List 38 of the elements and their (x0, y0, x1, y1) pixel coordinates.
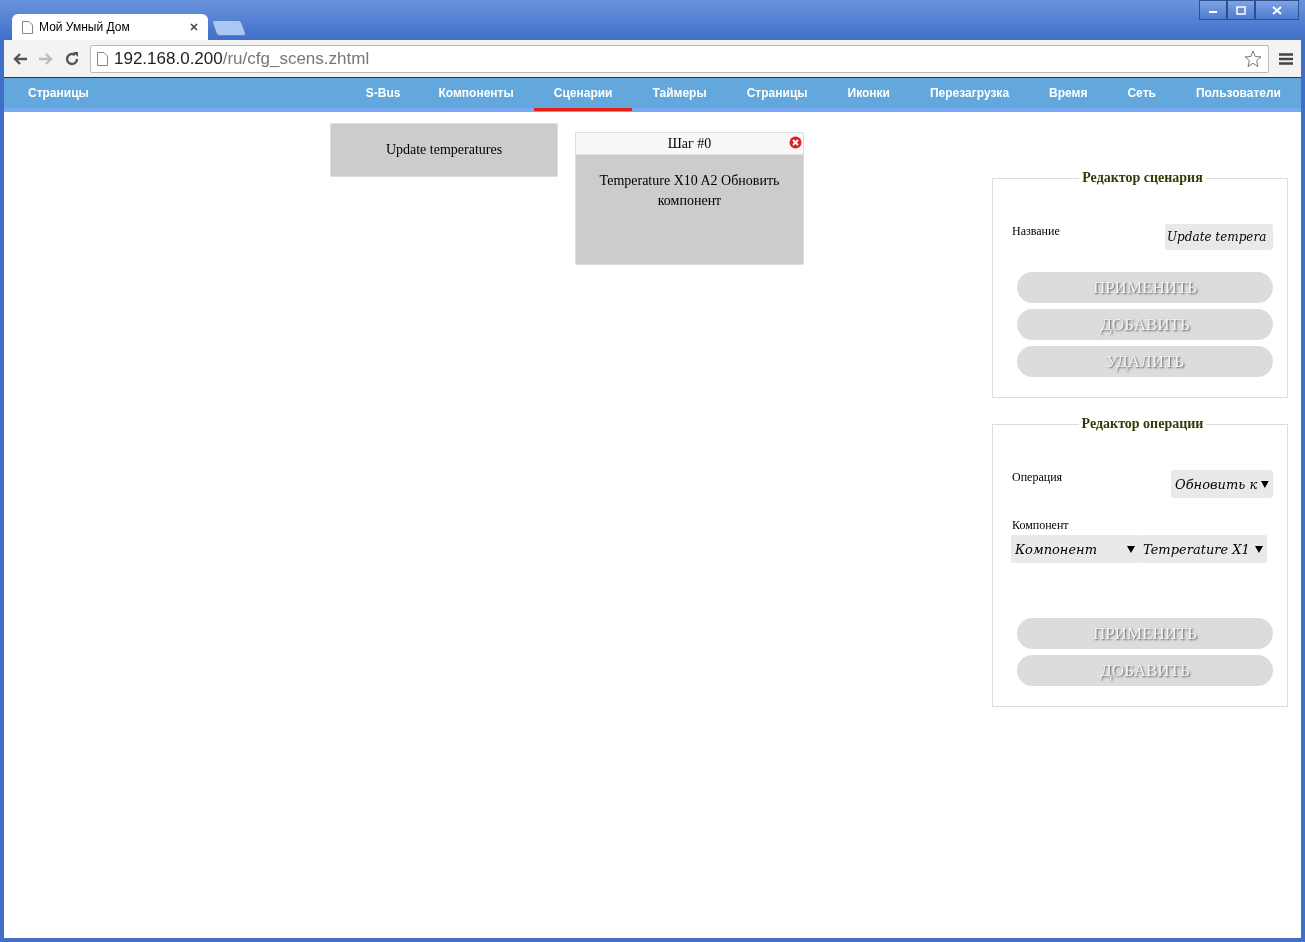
step-title: Шаг #0 (667, 135, 712, 152)
url-path: /ru/cfg_scens.zhtml (222, 48, 370, 69)
page-icon (97, 51, 108, 66)
component-select[interactable]: Temperature X1 (1139, 535, 1267, 563)
url-host: 192.168.0.200 (114, 48, 223, 69)
minimize-button[interactable] (1199, 0, 1227, 20)
delete-icon[interactable] (789, 136, 802, 149)
close-icon[interactable] (190, 23, 198, 31)
panel-legend: Редактор операции (1078, 416, 1207, 432)
browser-tab[interactable]: Мой Умный Дом (12, 14, 208, 40)
action-button[interactable]: УДАЛИТЬ (1017, 346, 1273, 377)
name-input[interactable]: Update tempera (1165, 224, 1273, 250)
action-button[interactable]: ПРИМЕНИТЬ (1017, 272, 1273, 303)
field-label: Компонент (1012, 518, 1070, 533)
new-tab-button[interactable] (211, 20, 247, 36)
star-icon[interactable] (1244, 49, 1262, 68)
page-icon (22, 20, 33, 34)
caret-icon (1255, 545, 1263, 553)
reload-icon[interactable] (64, 50, 80, 67)
address-bar[interactable]: 192.168.0.200/ru/cfg_scens.zhtml (90, 44, 1269, 73)
caret-icon (1127, 545, 1135, 553)
maximize-icon (1236, 5, 1246, 15)
action-button[interactable]: ДОБАВИТЬ (1017, 655, 1273, 686)
action-button[interactable]: ДОБАВИТЬ (1017, 309, 1273, 340)
maximize-button[interactable] (1227, 0, 1255, 20)
panel-legend: Редактор сценария (1079, 170, 1206, 186)
back-icon[interactable] (12, 51, 28, 66)
component-type-select[interactable]: Компонент (1011, 535, 1139, 563)
scenario-card[interactable]: Update temperatures (330, 123, 558, 177)
menu-icon[interactable] (1279, 52, 1293, 65)
field-label: Операция (1012, 470, 1063, 485)
close-icon (1272, 5, 1282, 15)
caret-icon (1261, 480, 1269, 488)
step-description: Temperature X10 A2 Обновить компонент (598, 172, 781, 210)
action-button[interactable]: ПРИМЕНИТЬ (1017, 618, 1273, 649)
field-label: Название (1012, 224, 1060, 239)
operation-select[interactable]: Обновить к (1171, 470, 1273, 498)
close-button[interactable] (1255, 0, 1299, 20)
